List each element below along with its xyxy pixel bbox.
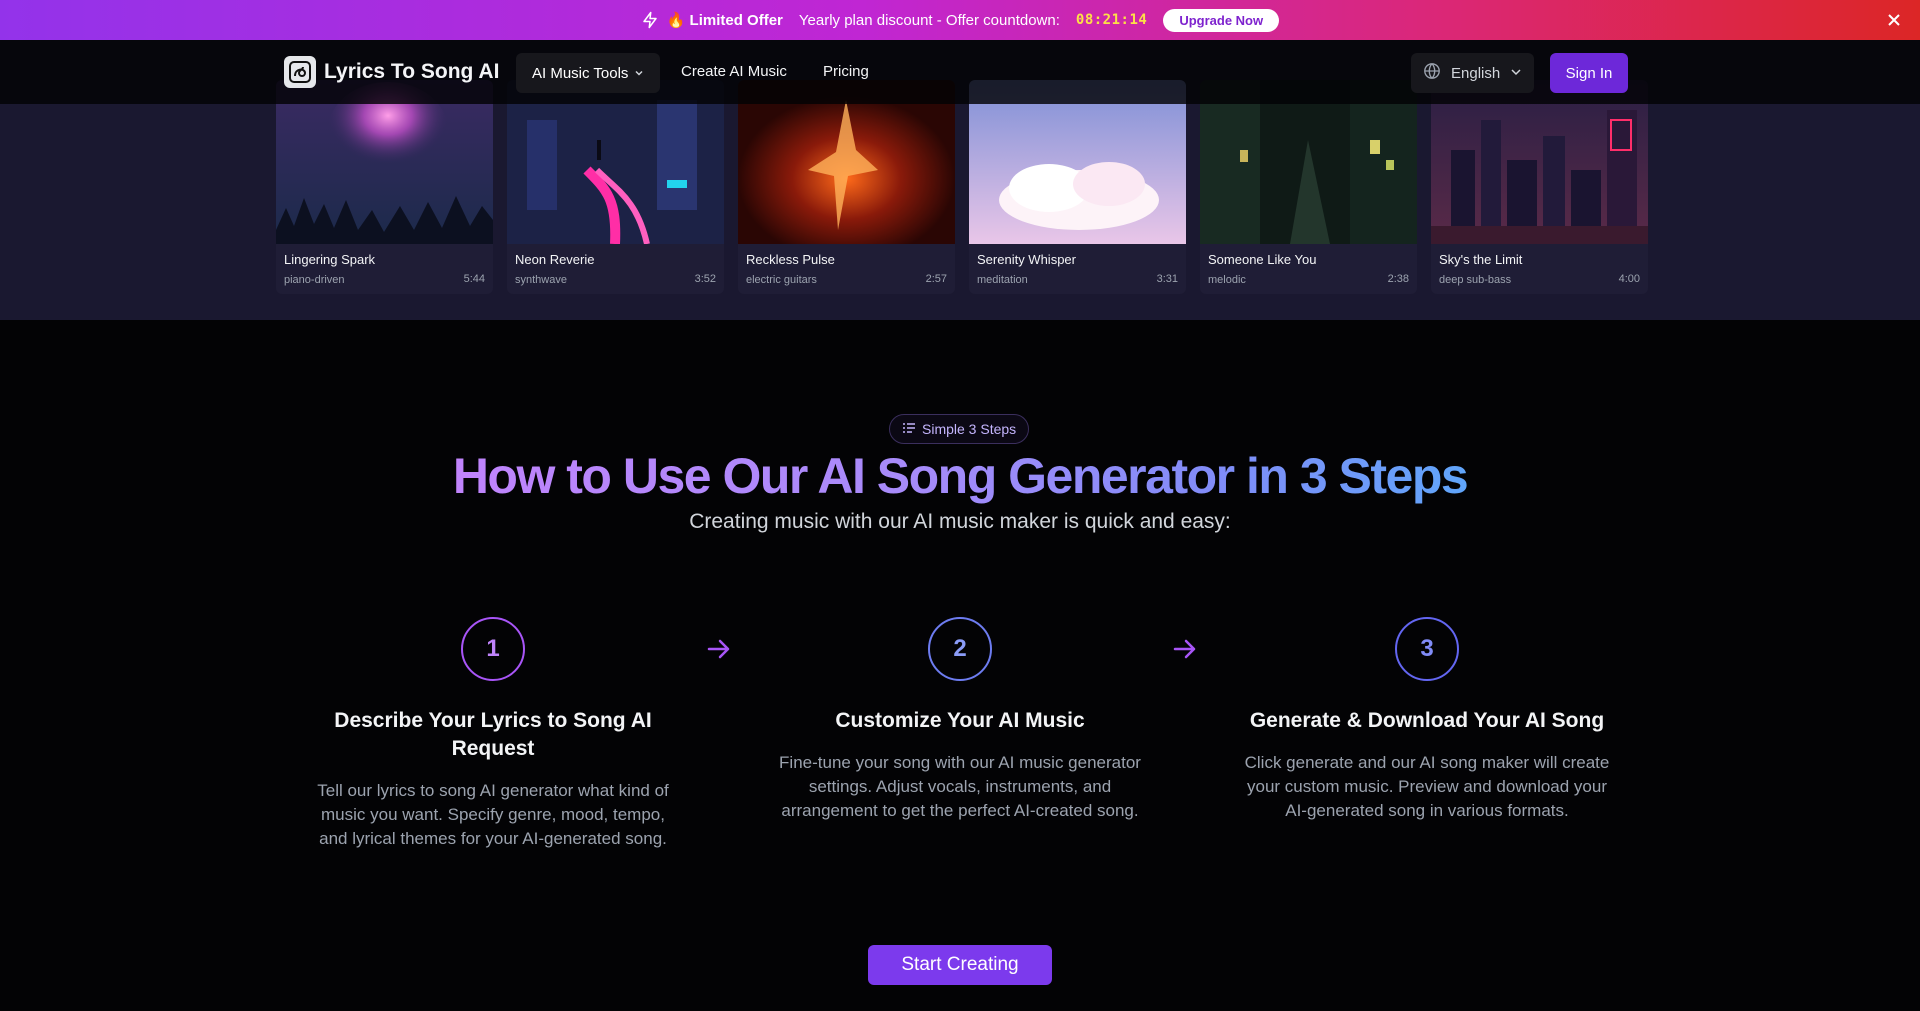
start-creating-button[interactable]: Start Creating	[868, 945, 1052, 985]
song-card[interactable]: Lingering Spark piano-driven 5:44	[276, 80, 493, 294]
song-title: Neon Reverie	[515, 252, 595, 267]
song-thumbnail	[1431, 80, 1648, 244]
song-thumbnail	[507, 80, 724, 244]
promo-description: Yearly plan discount - Offer countdown:	[798, 11, 1060, 29]
song-genre: melodic	[1208, 274, 1246, 286]
upgrade-button[interactable]: Upgrade Now	[1163, 8, 1280, 32]
song-thumbnail	[969, 80, 1186, 244]
song-thumbnail	[1200, 80, 1417, 244]
song-card[interactable]: Serenity Whisper meditation 3:31	[969, 80, 1186, 294]
chevron-down-icon	[1510, 65, 1522, 82]
brand-name: Lyrics To Song AI	[324, 60, 500, 83]
step-description: Click generate and our AI song maker wil…	[1244, 753, 1610, 820]
song-genre: synthwave	[515, 274, 567, 286]
song-genre: piano-driven	[284, 274, 345, 286]
step-number: 3	[1395, 617, 1459, 681]
close-icon[interactable]	[1882, 8, 1906, 32]
song-title: Reckless Pulse	[746, 252, 835, 267]
song-genre: electric guitars	[746, 274, 817, 286]
arrow-right-icon	[1173, 639, 1196, 659]
song-thumbnail	[276, 80, 493, 244]
steps-badge-label: Simple 3 Steps	[922, 421, 1017, 437]
promo-bar: 🔥 Limited Offer Yearly plan discount - O…	[0, 0, 1920, 40]
language-label: English	[1451, 64, 1501, 82]
song-genre: meditation	[977, 274, 1028, 286]
sign-in-button[interactable]: Sign In	[1550, 53, 1628, 93]
brand-logo[interactable]: Lyrics To Song AI	[284, 56, 499, 88]
step-number: 1	[461, 617, 525, 681]
song-card[interactable]: Reckless Pulse electric guitars 2:57	[738, 80, 955, 294]
step-card: 1 Describe Your Lyrics to Song AI Reques…	[293, 617, 693, 851]
steps-badge: Simple 3 Steps	[889, 414, 1030, 444]
song-title: Serenity Whisper	[977, 252, 1076, 267]
step-description: Tell our lyrics to song AI generator wha…	[317, 781, 669, 848]
lightning-icon	[641, 11, 659, 29]
step-card: 3 Generate & Download Your AI Song Click…	[1227, 617, 1627, 823]
song-duration: 2:57	[925, 273, 947, 285]
step-title: Generate & Download Your AI Song	[1249, 709, 1605, 732]
song-duration: 5:44	[463, 273, 485, 285]
list-icon	[902, 421, 916, 438]
step-title: Customize Your AI Music	[835, 709, 1085, 732]
song-duration: 3:52	[694, 273, 716, 285]
song-card[interactable]: Neon Reverie synthwave 3:52	[507, 80, 724, 294]
song-title: Lingering Spark	[284, 252, 376, 267]
song-card[interactable]: Sky's the Limit deep sub-bass 4:00	[1431, 80, 1648, 294]
nav-pricing[interactable]: Pricing	[823, 63, 869, 80]
step-number: 2	[928, 617, 992, 681]
site-header: Lyrics To Song AI AI Music Tools Create …	[0, 40, 1920, 104]
nav-tools-label: AI Music Tools	[532, 64, 629, 82]
song-duration: 3:31	[1156, 273, 1178, 285]
step-card: 2 Customize Your AI Music Fine-tune your…	[760, 617, 1160, 823]
globe-icon	[1423, 62, 1441, 84]
song-thumbnail	[738, 80, 955, 244]
song-title: Someone Like You	[1208, 252, 1317, 267]
logo-icon	[284, 56, 316, 88]
countdown-timer: 08:21:14	[1075, 12, 1148, 28]
step-description: Fine-tune your song with our AI music ge…	[779, 753, 1141, 820]
page-subtitle: Creating music with our AI music maker i…	[689, 510, 1231, 533]
song-genre: deep sub-bass	[1439, 274, 1512, 286]
song-duration: 2:38	[1387, 273, 1409, 285]
song-card[interactable]: Someone Like You melodic 2:38	[1200, 80, 1417, 294]
song-title: Sky's the Limit	[1439, 252, 1523, 267]
page-title: How to Use Our AI Song Generator in 3 St…	[452, 448, 1469, 504]
nav-create-ai-music[interactable]: Create AI Music	[681, 63, 787, 80]
song-duration: 4:00	[1618, 273, 1640, 285]
arrow-right-icon	[707, 639, 730, 659]
language-selector[interactable]: English	[1411, 53, 1534, 93]
step-title: Describe Your Lyrics to Song AI Request	[334, 709, 652, 760]
promo-label: Limited Offer	[689, 11, 783, 29]
song-cards: Lingering Spark piano-driven 5:44 Neon R…	[276, 80, 1648, 294]
nav-ai-music-tools[interactable]: AI Music Tools	[516, 53, 661, 93]
fire-icon: 🔥	[666, 12, 686, 29]
chevron-down-icon	[634, 65, 644, 82]
